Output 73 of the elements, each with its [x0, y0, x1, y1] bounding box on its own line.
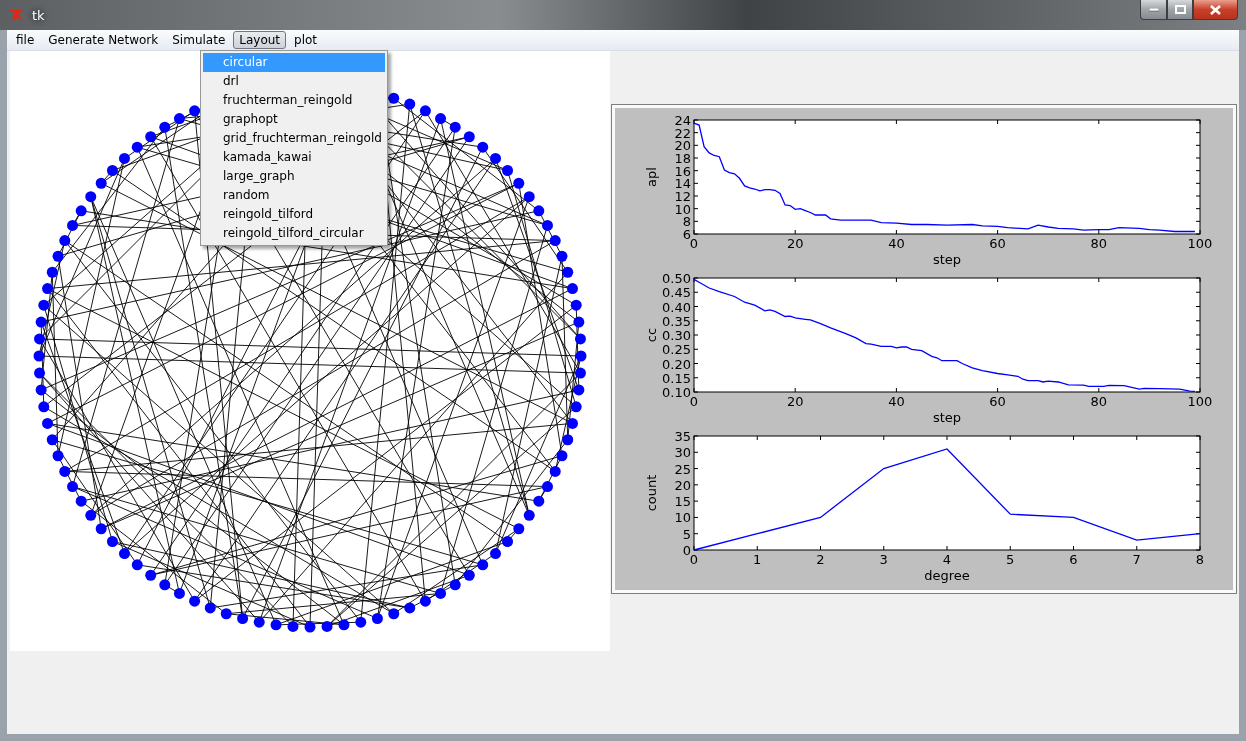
menu-item[interactable]: plot: [288, 31, 324, 49]
tick-label: 22: [674, 125, 691, 141]
tick-label: 0.30: [662, 328, 691, 343]
tick-label: 16: [674, 163, 691, 179]
tick-label: 40: [888, 394, 905, 409]
tick-label: 8: [682, 214, 691, 230]
tick-label: 7: [1132, 552, 1141, 567]
tick-label: 20: [786, 394, 804, 409]
tick-label: 1: [753, 552, 762, 567]
tick-label: 100: [1187, 236, 1213, 251]
tick-label: 60: [989, 236, 1006, 251]
menu-option[interactable]: grid_fruchterman_reingold: [203, 129, 385, 148]
maximize-button[interactable]: [1167, 0, 1193, 20]
menu-item[interactable]: Simulate: [166, 31, 232, 49]
tick-label: 4: [942, 552, 952, 567]
y-axis-label: cc: [644, 327, 659, 343]
tick-label: 8: [1195, 552, 1205, 567]
x-axis-label: step: [932, 410, 962, 425]
tick-label: 5: [1006, 552, 1015, 567]
menu-item[interactable]: Layout: [233, 31, 287, 49]
tick-label: 0.20: [662, 356, 691, 372]
tick-label: 10: [674, 510, 691, 526]
tick-label: 20: [674, 138, 691, 154]
tick-label: 0.45: [662, 285, 691, 301]
menu-option[interactable]: large_graph: [203, 167, 385, 186]
menu-option[interactable]: reingold_tilford_circular: [203, 224, 385, 243]
close-icon: [1210, 4, 1221, 15]
tick-label: 12: [674, 189, 691, 204]
tick-label: 40: [888, 236, 905, 251]
maximize-icon: [1174, 5, 1186, 14]
tick-label: 80: [1090, 394, 1108, 409]
close-button[interactable]: [1193, 0, 1238, 20]
tick-label: 25: [674, 461, 691, 477]
menu-option[interactable]: kamada_kawai: [203, 148, 385, 167]
tick-label: 80: [1090, 236, 1108, 251]
tick-label: 0: [689, 394, 699, 409]
tick-label: 20: [786, 236, 804, 251]
tick-label: 0.15: [662, 370, 691, 386]
menu-option[interactable]: reingold_tilford: [203, 205, 385, 224]
tick-label: 60: [989, 394, 1006, 409]
tick-label: 5: [682, 526, 691, 542]
tick-label: 0.40: [662, 299, 691, 315]
menu-option[interactable]: random: [203, 186, 385, 205]
tick-label: 24: [674, 113, 691, 128]
x-axis-label: step: [932, 252, 962, 267]
tick-label: 35: [674, 429, 691, 444]
y-axis-label: apl: [644, 167, 659, 187]
window-title: tk: [32, 7, 45, 23]
tick-label: 10: [674, 201, 691, 217]
tick-label: 30: [674, 445, 691, 461]
tick-label: 14: [674, 176, 691, 192]
x-axis-label: degree: [924, 568, 970, 583]
menu-item[interactable]: Generate Network: [42, 31, 165, 49]
tick-label: 0: [682, 543, 691, 558]
menu-item[interactable]: file: [10, 31, 41, 49]
tick-label: 0: [689, 552, 699, 567]
tick-label: 0.50: [662, 271, 691, 286]
tick-label: 2: [816, 552, 825, 567]
tick-label: 0.35: [662, 313, 691, 329]
tick-label: 6: [1069, 552, 1078, 567]
minimize-icon: [1148, 7, 1159, 12]
tick-label: 0: [689, 236, 699, 251]
tick-label: 100: [1187, 394, 1213, 409]
tick-label: 18: [674, 151, 691, 166]
minimize-button[interactable]: [1140, 0, 1167, 20]
tick-label: 3: [879, 552, 888, 567]
tick-label: 0.10: [662, 385, 691, 400]
tick-label: 15: [674, 494, 691, 510]
tick-label: 6: [682, 227, 691, 242]
menu-option[interactable]: drl: [203, 72, 385, 91]
tick-label: 20: [674, 477, 691, 493]
y-axis-label: count: [644, 474, 659, 512]
tick-label: 0.25: [662, 342, 691, 358]
